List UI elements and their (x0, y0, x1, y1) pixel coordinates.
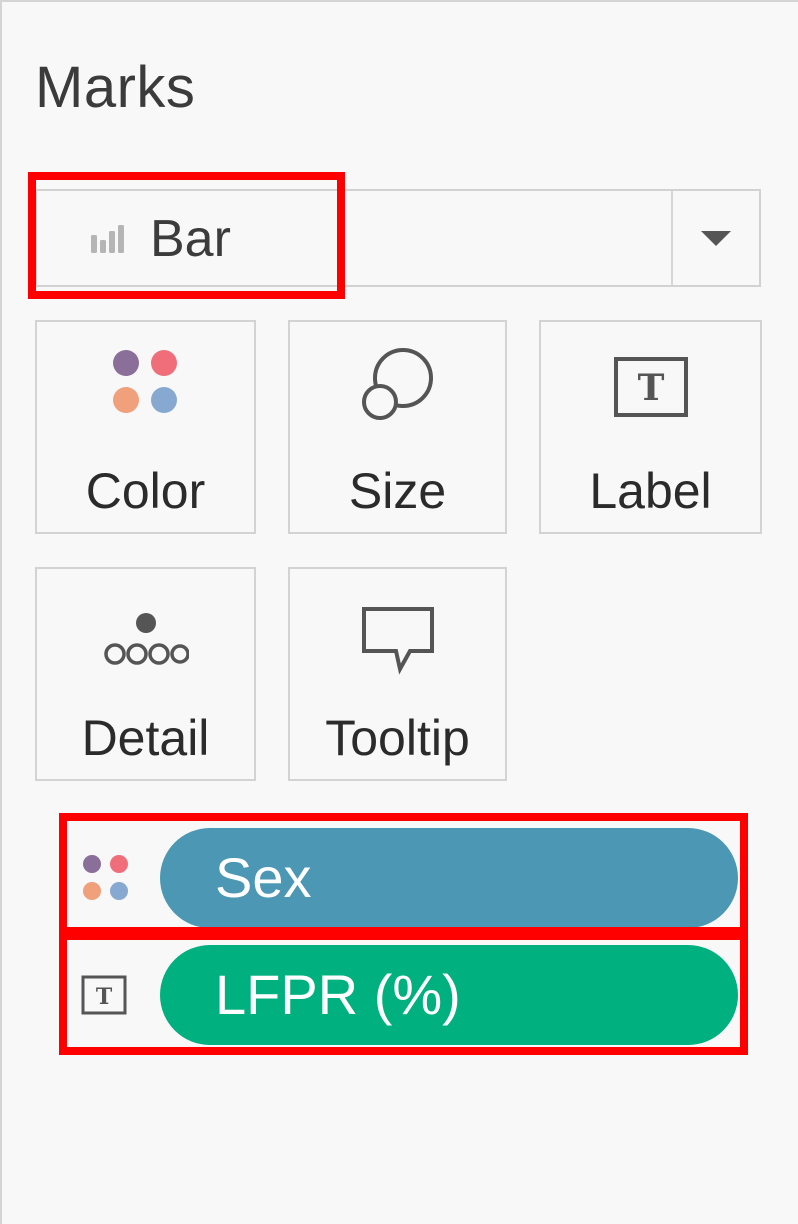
field-pill-sex[interactable]: Sex (160, 828, 738, 928)
text-label-icon: T (81, 975, 127, 1022)
mark-type-value: Bar (150, 210, 231, 268)
detail-dots-icon (103, 613, 189, 665)
color-card[interactable]: Color (35, 320, 256, 534)
svg-text:T: T (637, 367, 664, 409)
size-card[interactable]: Size (288, 320, 507, 534)
svg-text:T: T (96, 984, 113, 1010)
tooltip-card[interactable]: Tooltip (288, 567, 507, 781)
text-label-icon: T (613, 357, 688, 417)
detail-card[interactable]: Detail (35, 567, 256, 781)
field-pill-lfpr[interactable]: LFPR (%) (160, 945, 738, 1045)
size-card-label: Size (348, 463, 447, 519)
tooltip-bubble-icon (361, 607, 434, 675)
field-pill-label: Sex (215, 846, 312, 909)
detail-card-label: Detail (81, 710, 210, 766)
chevron-down-icon[interactable] (701, 231, 731, 246)
dropdown-divider (671, 191, 673, 285)
label-card-label: Label (589, 463, 712, 519)
size-circles-icon (361, 348, 433, 420)
tooltip-card-label: Tooltip (325, 710, 470, 766)
color-card-label: Color (85, 463, 206, 519)
field-pill-label: LFPR (%) (215, 963, 461, 1026)
marks-panel: Marks Bar Color Size T Label Detail Tool… (0, 0, 798, 1224)
label-card[interactable]: T Label (539, 320, 762, 534)
color-dots-icon (112, 350, 177, 413)
panel-title: Marks (35, 55, 196, 120)
mark-type-dropdown[interactable]: Bar (35, 189, 761, 287)
bar-chart-icon (89, 223, 127, 260)
color-dots-icon (82, 854, 130, 907)
